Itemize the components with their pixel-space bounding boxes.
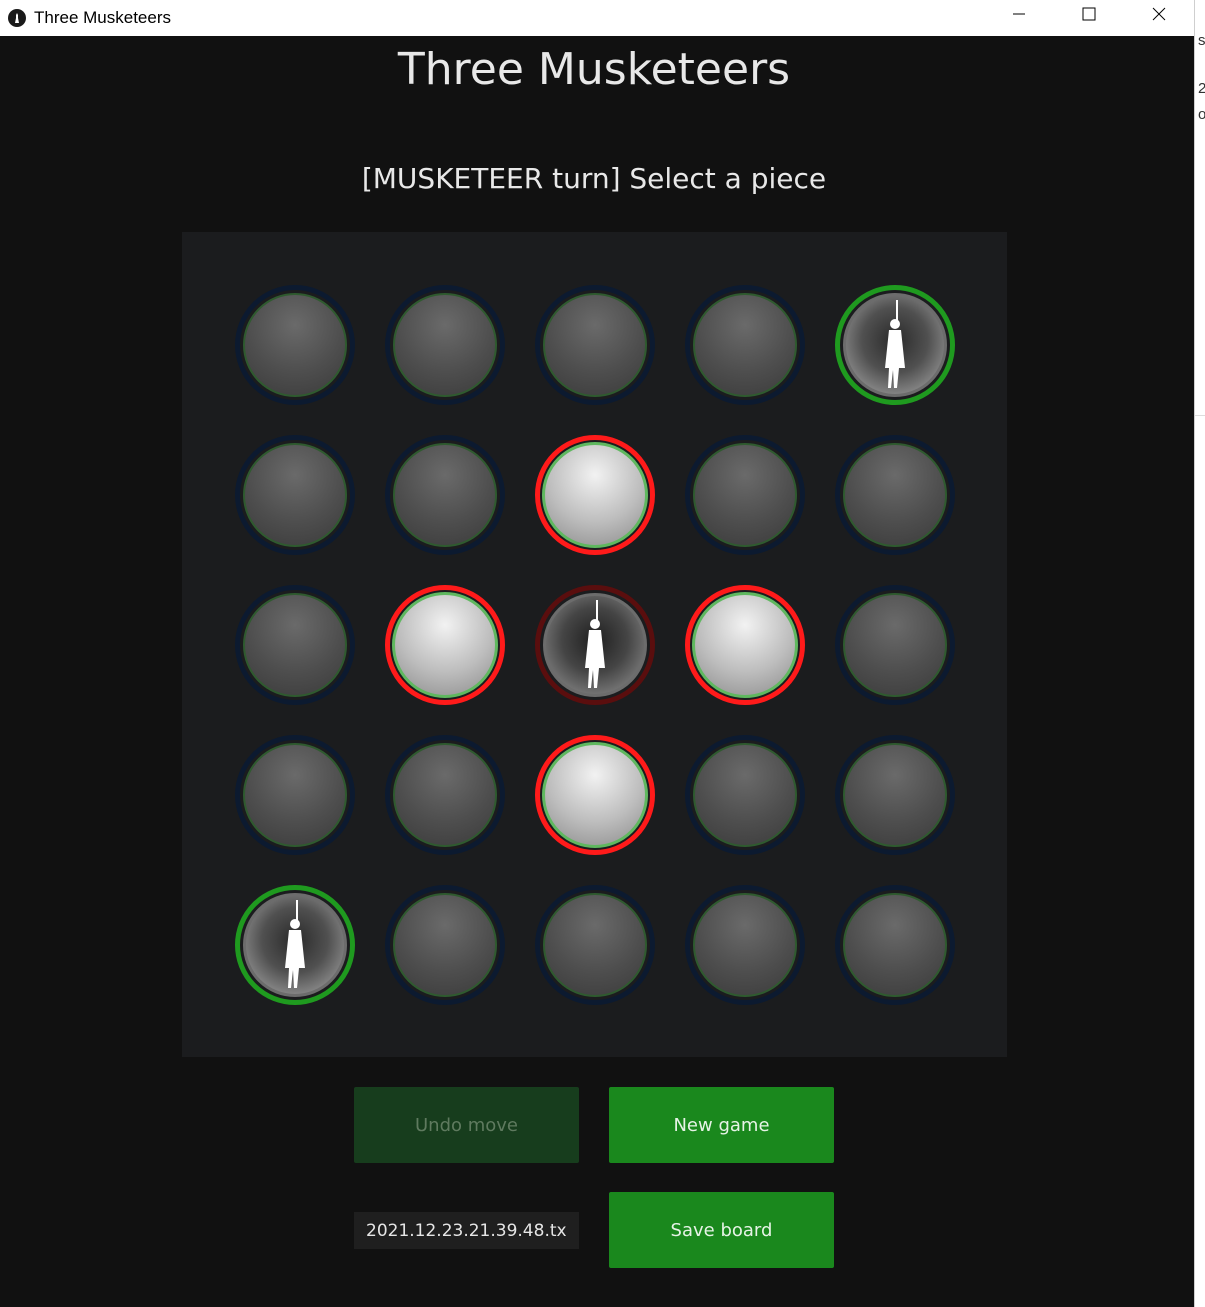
- cell-face: [843, 893, 947, 997]
- cell-face: [393, 893, 497, 997]
- empty-cell[interactable]: [235, 435, 355, 555]
- cell-face: [393, 293, 497, 397]
- cell-face: [542, 742, 648, 848]
- empty-cell[interactable]: [835, 885, 955, 1005]
- cell-face: [243, 443, 347, 547]
- empty-cell[interactable]: [385, 735, 505, 855]
- save-board-button[interactable]: Save board: [609, 1192, 834, 1268]
- empty-cell[interactable]: [535, 885, 655, 1005]
- musketeer-figure-icon: [285, 900, 305, 988]
- new-game-button[interactable]: New game: [609, 1087, 834, 1163]
- empty-cell[interactable]: [685, 435, 805, 555]
- cell-face: [843, 593, 947, 697]
- undo-move-button[interactable]: Undo move: [354, 1087, 579, 1163]
- window-title: Three Musketeers: [34, 8, 171, 27]
- cell-face: [243, 293, 347, 397]
- musketeer-piece[interactable]: [235, 885, 355, 1005]
- guard-piece[interactable]: [385, 585, 505, 705]
- cell-face: [392, 592, 498, 698]
- background-text-fragment: s: [1198, 32, 1205, 49]
- musketeer-piece[interactable]: [535, 585, 655, 705]
- cell-face: [693, 743, 797, 847]
- cell-face: [243, 893, 347, 997]
- maximize-icon[interactable]: [1054, 0, 1124, 28]
- cell-face: [692, 592, 798, 698]
- cell-face: [693, 893, 797, 997]
- empty-cell[interactable]: [835, 585, 955, 705]
- minimize-icon[interactable]: [984, 0, 1054, 28]
- musketeer-app-icon: [8, 9, 26, 27]
- game-title: Three Musketeers: [397, 44, 791, 95]
- empty-cell[interactable]: [235, 285, 355, 405]
- cell-face: [393, 743, 497, 847]
- turn-status: [MUSKETEER turn] Select a piece: [361, 162, 827, 195]
- empty-cell[interactable]: [535, 285, 655, 405]
- empty-cell[interactable]: [685, 735, 805, 855]
- guard-piece[interactable]: [535, 735, 655, 855]
- empty-cell[interactable]: [385, 435, 505, 555]
- cell-face: [543, 593, 647, 697]
- empty-cell[interactable]: [385, 885, 505, 1005]
- filename-input[interactable]: [354, 1212, 579, 1249]
- musketeer-figure-icon: [585, 600, 605, 688]
- background-window: s 2 o: [1194, 0, 1205, 1307]
- guard-piece[interactable]: [535, 435, 655, 555]
- cell-face: [843, 443, 947, 547]
- background-text-fragment: 2: [1198, 80, 1205, 97]
- empty-cell[interactable]: [235, 585, 355, 705]
- empty-cell[interactable]: [835, 735, 955, 855]
- game-window: Three Musketeers Three Musketeers [MUSKE…: [0, 0, 1194, 1307]
- cell-face: [693, 443, 797, 547]
- cell-face: [542, 442, 648, 548]
- game-board: [182, 232, 1007, 1057]
- empty-cell[interactable]: [835, 435, 955, 555]
- empty-cell[interactable]: [685, 285, 805, 405]
- close-icon[interactable]: [1124, 0, 1194, 28]
- cell-face: [543, 893, 647, 997]
- cell-face: [243, 743, 347, 847]
- cell-face: [843, 743, 947, 847]
- empty-cell[interactable]: [235, 735, 355, 855]
- empty-cell[interactable]: [385, 285, 505, 405]
- title-bar: Three Musketeers: [0, 0, 1194, 36]
- empty-cell[interactable]: [685, 885, 805, 1005]
- cell-face: [243, 593, 347, 697]
- cell-face: [693, 293, 797, 397]
- cell-face: [843, 293, 947, 397]
- background-divider: [1195, 415, 1205, 416]
- musketeer-figure-icon: [885, 300, 905, 388]
- cell-face: [543, 293, 647, 397]
- cell-face: [393, 443, 497, 547]
- musketeer-piece[interactable]: [835, 285, 955, 405]
- guard-piece[interactable]: [685, 585, 805, 705]
- background-text-fragment: o: [1198, 106, 1205, 123]
